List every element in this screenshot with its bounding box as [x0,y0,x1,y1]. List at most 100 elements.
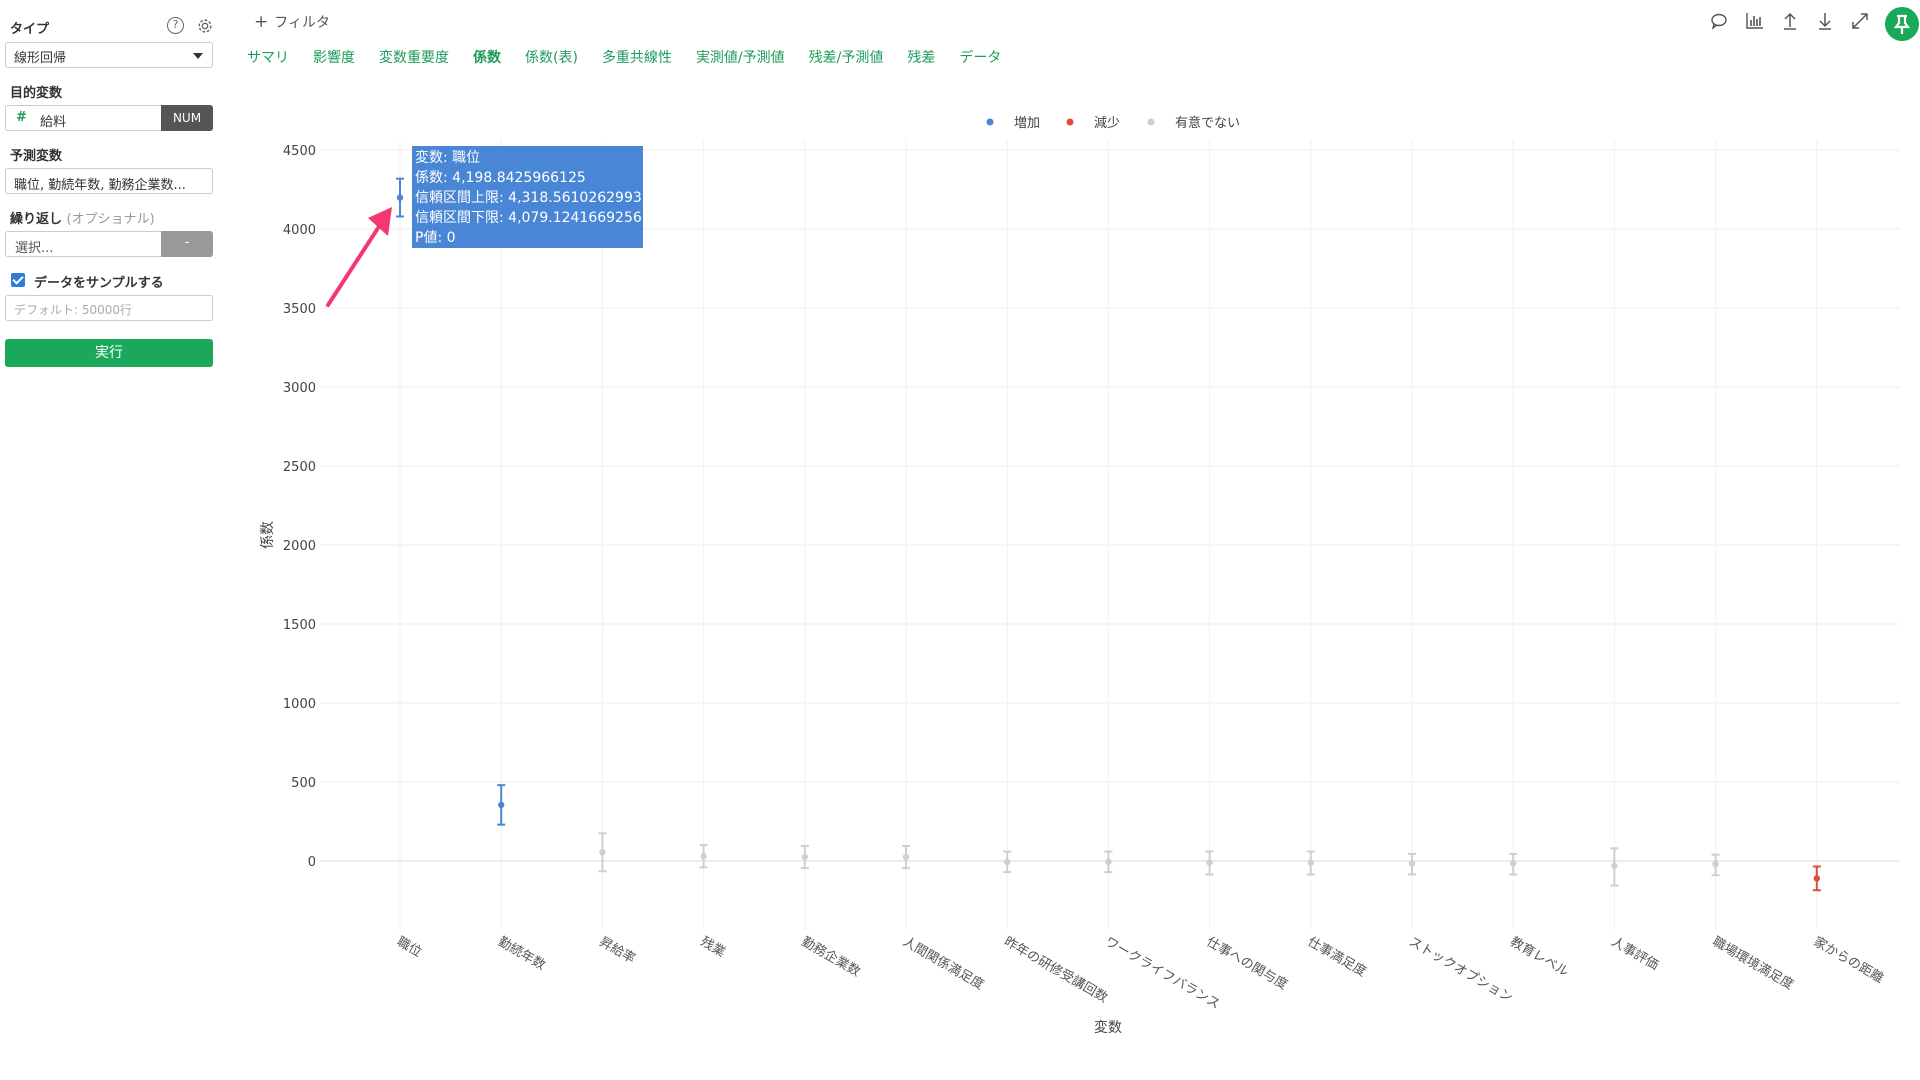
tooltip-line-coefficient: 係数: 4,198.8425966125 [415,170,586,186]
numeric-type-icon: # [16,110,27,125]
data-point [498,801,505,809]
pin-icon [1893,14,1911,34]
help-icon[interactable]: ? [167,17,184,34]
type-select[interactable]: 線形回帰 [5,42,213,68]
x-tick-label: 昇給率 [596,934,638,967]
tab-actual-vs-predicted[interactable]: 実測値/予測値 [696,47,785,67]
sample-checkbox-label: データをサンプルする [34,276,164,291]
data-point [1105,858,1112,865]
target-variable-field[interactable]: # 給料 NUM [5,105,213,131]
run-button[interactable]: 実行 [5,339,213,367]
x-tick-label: 人事評価 [1608,934,1661,973]
target-variable-label: 目的変数 [10,86,63,101]
y-tick-label: 2000 [283,539,316,554]
legend-label: 減少 [1094,115,1120,131]
legend-marker [1147,118,1155,126]
y-tick-label: 3500 [283,302,316,317]
legend-marker [1066,118,1074,126]
gear-icon[interactable] [196,17,214,35]
tab-data[interactable]: データ [959,47,1001,67]
x-tick-label: 職場環境満足度 [1710,934,1797,993]
data-point [902,853,910,861]
tab-coefficients-table[interactable]: 係数(表) [525,47,578,67]
tab-summary[interactable]: サマリ [247,47,289,67]
x-axis-title: 変数 [1094,1019,1122,1036]
tab-impact[interactable]: 影響度 [313,47,355,67]
data-point [396,194,404,201]
y-tick-label: 1000 [283,697,316,712]
x-tick-label: 昨年の研修受講回数 [1001,934,1110,1006]
comment-icon[interactable] [1708,10,1730,32]
x-tick-label: 人間関係満足度 [900,934,987,993]
repeat-label: 繰り返し (オプショナル) [10,208,155,227]
data-point [1611,862,1618,869]
analysis-tabs: サマリ 影響度 変数重要度 係数 係数(表) 多重共線性 実測値/予測値 残差/… [247,47,1025,67]
x-tick-label: 教育レベル [1507,934,1571,980]
y-tick-label: 1500 [283,618,316,633]
expand-icon[interactable] [1849,10,1871,32]
plus-icon: + [254,12,269,32]
repeat-optional-text: (オプショナル) [66,212,155,227]
pin-button[interactable] [1885,7,1919,41]
x-tick-label: ストックオプション [1406,934,1515,1005]
target-variable-value: 給料 [40,115,67,130]
sample-size-input[interactable]: デフォルト: 50000行 [5,295,213,321]
tab-residuals[interactable]: 残差 [907,47,935,67]
chart-icon[interactable] [1744,10,1766,32]
data-point [1813,875,1821,882]
annotation-arrow-head [368,207,392,236]
data-point [599,849,606,856]
y-tick-label: 2500 [283,460,316,475]
tooltip-line-lower: 信頼区間下限: 4,079.1241669256 [415,210,642,226]
tooltip-line-upper: 信頼区間上限: 4,318.5610262993 [415,190,642,206]
data-point [1307,859,1315,866]
data-point [700,853,707,860]
filter-label: フィルタ [274,15,330,31]
tab-variable-importance[interactable]: 変数重要度 [379,47,449,67]
y-tick-label: 4000 [283,223,316,238]
y-tick-label: 3000 [283,381,316,396]
add-filter-button[interactable]: + フィルタ [254,12,330,32]
x-tick-label: 勤務企業数 [799,934,863,980]
x-tick-label: 残業 [698,934,729,961]
chart-tooltip: 変数: 職位 係数: 4,198.8425966125 信頼区間上限: 4,31… [412,146,643,248]
data-point [1510,860,1517,867]
predictor-variables-label: 予測変数 [10,149,63,164]
data-point [801,853,808,861]
repeat-select-placeholder: 選択... [15,241,54,256]
predictor-variables-input[interactable]: 職位, 勤続年数, 勤務企業数... [5,168,213,194]
y-axis-title: 係数 [260,521,276,549]
app-window: 0 500 1000 1500 2000 2500 3000 3500 4000 4500 職位 勤続… [0,0,1920,1080]
x-tick-label: 仕事への関与度 [1204,934,1291,993]
legend-label: 有意でない [1175,115,1240,131]
data-point [1408,860,1416,867]
data-point [1206,859,1213,866]
x-tick-label: 家からの距離 [1811,934,1887,987]
chevron-down-icon [193,53,203,59]
type-label: タイプ [10,22,50,37]
repeat-label-text: 繰り返し [10,212,63,227]
sidebar: タイプ ? 線形回帰 目的変数 # 給料 NUM 予測変数 職位, 勤続年数, … [0,0,218,1080]
type-select-value: 線形回帰 [14,51,67,66]
x-tick-label: 職位 [394,934,424,960]
tab-multicollinearity[interactable]: 多重共線性 [602,47,672,67]
coefficient-chart: 0 500 1000 1500 2000 2500 3000 3500 4000 4500 職位 勤続… [260,115,1900,1036]
download-icon[interactable] [1814,10,1836,32]
y-tick-label: 4500 [283,144,316,159]
upload-icon[interactable] [1779,10,1801,32]
annotation-arrow-line [326,220,384,307]
data-point [1004,858,1011,865]
legend-label: 増加 [1014,116,1040,131]
y-tick-label: 500 [291,776,316,791]
repeat-clear-button[interactable]: - [161,231,213,257]
tab-residual-vs-predicted[interactable]: 残差/予測値 [809,47,884,67]
repeat-select[interactable]: 選択... - [5,231,213,257]
data-point [1712,860,1719,868]
tab-coefficients[interactable]: 係数 [473,47,501,67]
x-tick-label: 勤続年数 [495,934,548,973]
tooltip-line-variable: 変数: 職位 [415,150,481,166]
target-type-badge[interactable]: NUM [161,105,213,131]
legend-marker [986,118,994,126]
sample-checkbox[interactable] [11,273,25,287]
y-tick-label: 0 [308,855,316,870]
